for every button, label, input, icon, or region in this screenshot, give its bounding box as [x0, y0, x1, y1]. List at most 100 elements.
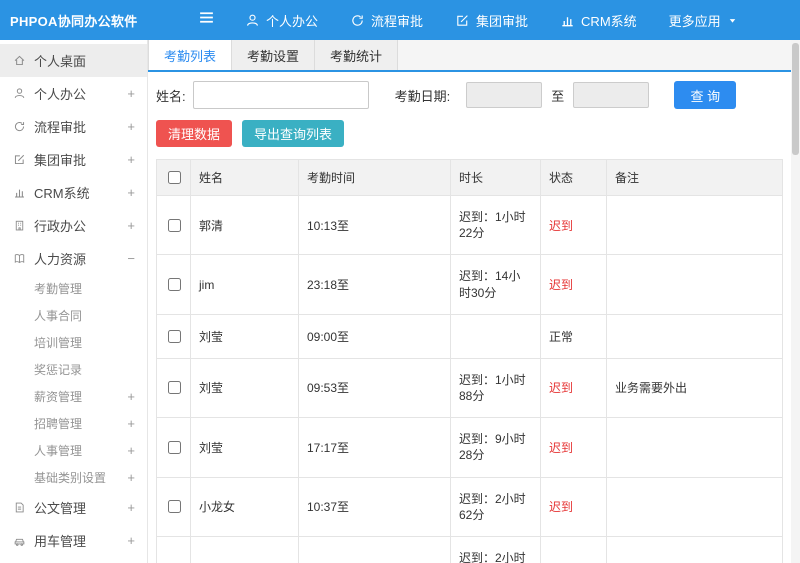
row-checkbox[interactable] [167, 278, 181, 292]
employee-name-link[interactable]: 郭清 [190, 194, 299, 256]
clean-data-button[interactable]: 清理数据 [156, 120, 233, 147]
status-cell: 迟到/早退 [540, 535, 607, 563]
status-cell: 迟到 [540, 357, 607, 419]
sidebar-item-admin-office[interactable]: 行政办公 + [0, 209, 147, 242]
tab-attendance-stats[interactable]: 考勤统计 [315, 40, 399, 70]
sidebar-subitem-label: 基础类别设置 [34, 471, 107, 485]
filter-bar: 姓名: 考勤日期: 至 查 询 [148, 72, 791, 118]
app: PHPOA协同办公软件 个人办公 流程审批 集团审批 CRM系统 更多应用 个人… [0, 0, 800, 563]
top-header: PHPOA协同办公软件 个人办公 流程审批 集团审批 CRM系统 更多应用 [0, 0, 800, 40]
sidebar-subitem[interactable]: 奖惩记录 [0, 356, 147, 383]
sidebar-item-hr[interactable]: 人力资源 − [0, 242, 147, 275]
sidebar-item-group-approval[interactable]: 集团审批 + [0, 143, 147, 176]
attendance-table-body: 郭清 10:13至 迟到：1小时22分 迟到 jim 23:18至 迟到：14小… [156, 194, 783, 563]
select-all-checkbox[interactable] [167, 171, 181, 184]
nav-more-apps[interactable]: 更多应用 [669, 11, 738, 30]
duration-cell: 迟到：2小时90分 早退：7小时10分 [450, 535, 541, 563]
note-cell: 业务需要外出 [606, 357, 783, 419]
flow-icon [13, 120, 34, 133]
sidebar-subitem[interactable]: 人事合同 [0, 302, 147, 329]
table-header-row: 姓名 考勤时间 时长 状态 备注 [156, 159, 783, 196]
row-checkbox[interactable] [167, 381, 181, 395]
sidebar-item-crm[interactable]: CRM系统 + [0, 176, 147, 209]
chart-icon [13, 186, 34, 199]
sidebar-subitem-label: 人事合同 [34, 309, 83, 323]
sidebar-subitem[interactable]: 薪资管理 + [0, 383, 147, 410]
search-button[interactable]: 查 询 [674, 81, 737, 109]
tab-attendance-settings[interactable]: 考勤设置 [232, 40, 316, 70]
scrollbar-thumb[interactable] [792, 43, 799, 155]
sidebar-subitem[interactable]: 招聘管理 + [0, 410, 147, 437]
select-all-cell [156, 159, 191, 196]
nav-personal-office[interactable]: 个人办公 [245, 11, 318, 30]
attendance-time-cell: 09:53至 [298, 357, 451, 419]
status-cell: 迟到 [540, 194, 607, 256]
note-cell [606, 194, 783, 256]
nav-crm-system[interactable]: CRM系统 [560, 11, 637, 30]
expand-icon: + [127, 389, 135, 404]
sidebar-item-vehicle[interactable]: 用车管理 + [0, 524, 147, 557]
flow-icon [350, 13, 365, 28]
employee-name-link[interactable]: 刘莹 [190, 313, 299, 359]
date-to-input[interactable] [573, 82, 650, 108]
expand-icon: + [127, 152, 135, 167]
sidebar-subitem-label: 奖惩记录 [34, 363, 83, 377]
sidebar-item-personal-office[interactable]: 个人办公 + [0, 77, 147, 110]
export-list-button[interactable]: 导出查询列表 [242, 120, 345, 147]
main-content: 考勤列表 考勤设置 考勤统计 姓名: 考勤日期: 至 查 询 清理数据 导出查询… [148, 40, 791, 563]
sidebar: 个人桌面 个人办公 + 流程审批 + 集团审批 + CRM系统 + 行政办公 + [0, 40, 148, 563]
nav-workflow-approval[interactable]: 流程审批 [350, 11, 423, 30]
collapse-icon: − [127, 251, 135, 266]
expand-icon: + [127, 443, 135, 458]
employee-name-link[interactable]: 刘莹 [190, 417, 299, 478]
sidebar-subitem[interactable]: 培训管理 [0, 329, 147, 356]
tab-attendance-list[interactable]: 考勤列表 [148, 40, 233, 70]
row-checkbox[interactable] [167, 329, 181, 343]
nav-group-approval[interactable]: 集团审批 [455, 11, 528, 30]
attendance-table: 姓名 考勤时间 时长 状态 备注 郭清 10:13至 迟到：1小时22分 迟到 [156, 159, 783, 563]
chart-icon [560, 13, 575, 28]
employee-name-link[interactable]: 小龙女 [190, 476, 299, 537]
status-cell: 正常 [540, 313, 607, 359]
to-label: 至 [551, 88, 565, 104]
expand-icon: + [127, 470, 135, 485]
sidebar-subitem-label: 人事管理 [34, 444, 83, 458]
date-from-input[interactable] [466, 82, 543, 108]
table-row: jim 23:18至 迟到：14小时30分 迟到 [156, 254, 783, 315]
employee-name-link[interactable]: jim [190, 254, 299, 315]
expand-icon: + [127, 533, 135, 548]
doc-icon [13, 501, 34, 514]
status-cell: 迟到 [540, 476, 607, 537]
duration-cell: 迟到：9小时28分 [450, 417, 541, 478]
note-cell: 1111 [606, 535, 783, 563]
status-cell: 迟到 [540, 254, 607, 315]
expand-icon: + [127, 119, 135, 134]
employee-name-link[interactable]: 刘莹 [190, 357, 299, 419]
sidebar-subitem[interactable]: 人事管理 + [0, 437, 147, 464]
attendance-time-cell: 17:17至 [298, 417, 451, 478]
caret-down-icon [727, 15, 738, 26]
scrollbar [791, 40, 800, 563]
sidebar-item-documents[interactable]: 公文管理 + [0, 491, 147, 524]
app-logo: PHPOA协同办公软件 [10, 13, 138, 29]
name-input[interactable] [192, 81, 369, 109]
employee-name-link[interactable]: 管理员 [190, 535, 299, 563]
row-checkbox-cell [156, 254, 191, 315]
sidebar-subitem[interactable]: 基础类别设置 + [0, 464, 147, 491]
note-cell [606, 476, 783, 537]
row-checkbox-cell [156, 417, 191, 478]
row-checkbox[interactable] [167, 218, 181, 232]
sidebar-item-personal-desktop[interactable]: 个人桌面 [0, 44, 147, 77]
col-header-duration: 时长 [450, 159, 541, 196]
status-cell: 迟到 [540, 417, 607, 478]
nav-label: 更多应用 [668, 13, 721, 29]
row-checkbox[interactable] [167, 440, 181, 454]
sidebar-item-workflow-approval[interactable]: 流程审批 + [0, 110, 147, 143]
menu-toggle-button[interactable] [198, 9, 215, 31]
sidebar-subitem-label: 培训管理 [34, 336, 83, 350]
attendance-time-cell: 10:13至 [298, 194, 451, 256]
sidebar-subitem-label: 招聘管理 [34, 417, 83, 431]
row-checkbox[interactable] [167, 500, 181, 514]
expand-icon: + [127, 500, 135, 515]
sidebar-subitem[interactable]: 考勤管理 [0, 275, 147, 302]
